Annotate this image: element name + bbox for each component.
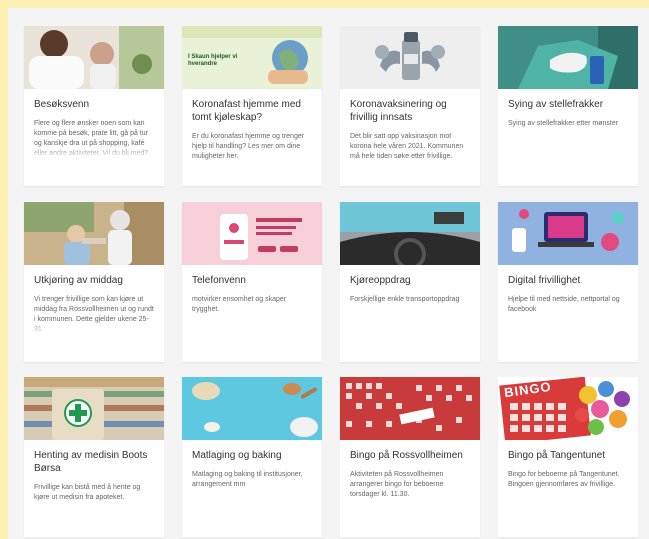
card-title[interactable]: Sying av stellefrakker	[508, 98, 628, 111]
card-title[interactable]: Digital frivillighet	[508, 274, 628, 287]
card-image[interactable]	[340, 26, 480, 89]
card-matlaging-baking[interactable]: Matlaging og baking Matlaging og baking …	[182, 377, 322, 537]
card-image[interactable]	[340, 377, 480, 440]
card-description: Er du koronafast hjemme og trenger hjelp…	[192, 133, 305, 160]
card-title[interactable]: Kjøreoppdrag	[350, 274, 470, 287]
card-title[interactable]: Koronafast hjemme med tomt kjøleskap?	[192, 98, 312, 124]
card-image[interactable]	[498, 26, 638, 89]
card-koronafast[interactable]: I Skaun hjelper vi hverandre Koronafast …	[182, 26, 322, 186]
card-image[interactable]	[24, 377, 164, 440]
card-image[interactable]	[182, 377, 322, 440]
visit-photo-icon	[24, 26, 164, 89]
card-image[interactable]	[498, 202, 638, 265]
card-image[interactable]	[182, 202, 322, 265]
card-utkjoring-middag[interactable]: Utkjøring av middag Vi trenger frivillig…	[24, 202, 164, 362]
card-description: Flere og flere ønsker noen som kan komme…	[34, 120, 149, 157]
opportunities-grid: Besøksvenn Flere og flere ønsker noen so…	[8, 8, 649, 539]
dinner-delivery-icon	[24, 202, 164, 265]
card-description: Matlaging og baking til institusjoner, a…	[192, 471, 303, 488]
phone-friend-icon	[182, 202, 322, 265]
sewing-gloves-icon	[498, 26, 638, 89]
card-title[interactable]: Matlaging og baking	[192, 449, 312, 462]
card-image[interactable]	[24, 202, 164, 265]
card-description: Aktiviteten på Rossvollheimen arrangerer…	[350, 471, 444, 498]
card-title[interactable]: Utkjøring av middag	[34, 274, 154, 287]
card-title[interactable]: Henting av medisin Boots Børsa	[34, 449, 154, 475]
card-description: Det blir satt opp vaksinasjon mot korona…	[350, 133, 464, 160]
car-dashboard-icon	[340, 202, 480, 265]
card-image[interactable]: I Skaun hjelper vi hverandre	[182, 26, 322, 89]
card-description: Bingo for beboerne på Tangentunet. Bingo…	[508, 471, 620, 488]
card-sying[interactable]: Sying av stellefrakker Sying av stellefr…	[498, 26, 638, 186]
card-description: Hjelpe til med nettside, nettportal og f…	[508, 296, 620, 313]
card-telefonvenn[interactable]: Telefonvenn motvirker ensomhet og skaper…	[182, 202, 322, 362]
card-bingo-tangentunet[interactable]: BINGO Bingo på Tangentunet Bingo for beb…	[498, 377, 638, 537]
card-henting-medisin[interactable]: Henting av medisin Boots Børsa Frivillig…	[24, 377, 164, 537]
digital-icon	[498, 202, 638, 265]
card-title[interactable]: Koronavaksinering og frivillig innsats	[350, 98, 470, 124]
card-bingo-rossvollheimen[interactable]: Bingo på Rossvollheimen Aktiviteten på R…	[340, 377, 480, 537]
card-description: Sying av stellefrakker etter mønster	[508, 120, 619, 127]
card-digital-frivillighet[interactable]: Digital frivillighet Hjelpe til med nett…	[498, 202, 638, 362]
image-caption: I Skaun hjelper vi hverandre	[188, 54, 238, 67]
card-title[interactable]: Besøksvenn	[34, 98, 154, 111]
card-image[interactable]	[24, 26, 164, 89]
card-description: Frivillige kan bistå med å hente og kjør…	[34, 484, 141, 501]
bingo-cards-icon	[340, 377, 480, 440]
card-title[interactable]: Telefonvenn	[192, 274, 312, 287]
card-image[interactable]: BINGO	[498, 377, 638, 440]
card-koronavaksinering[interactable]: Koronavaksinering og frivillig innsats D…	[340, 26, 480, 186]
card-image[interactable]	[340, 202, 480, 265]
card-besoksvenn[interactable]: Besøksvenn Flere og flere ønsker noen so…	[24, 26, 164, 186]
card-description: Vi trenger frivillige som kan kjøre ut m…	[34, 296, 154, 333]
baking-icon	[182, 377, 322, 440]
pharmacy-bag-icon	[24, 377, 164, 440]
card-description: motvirker ensomhet og skaper trygghet.	[192, 296, 287, 313]
card-title[interactable]: Bingo på Tangentunet	[508, 449, 628, 462]
card-title[interactable]: Bingo på Rossvollheimen	[350, 449, 470, 462]
card-description: Forskjellige enkle transportoppdrag	[350, 296, 460, 303]
card-kjoreoppdrag[interactable]: Kjøreoppdrag Forskjellige enkle transpor…	[340, 202, 480, 362]
vaccine-icon	[340, 26, 480, 89]
